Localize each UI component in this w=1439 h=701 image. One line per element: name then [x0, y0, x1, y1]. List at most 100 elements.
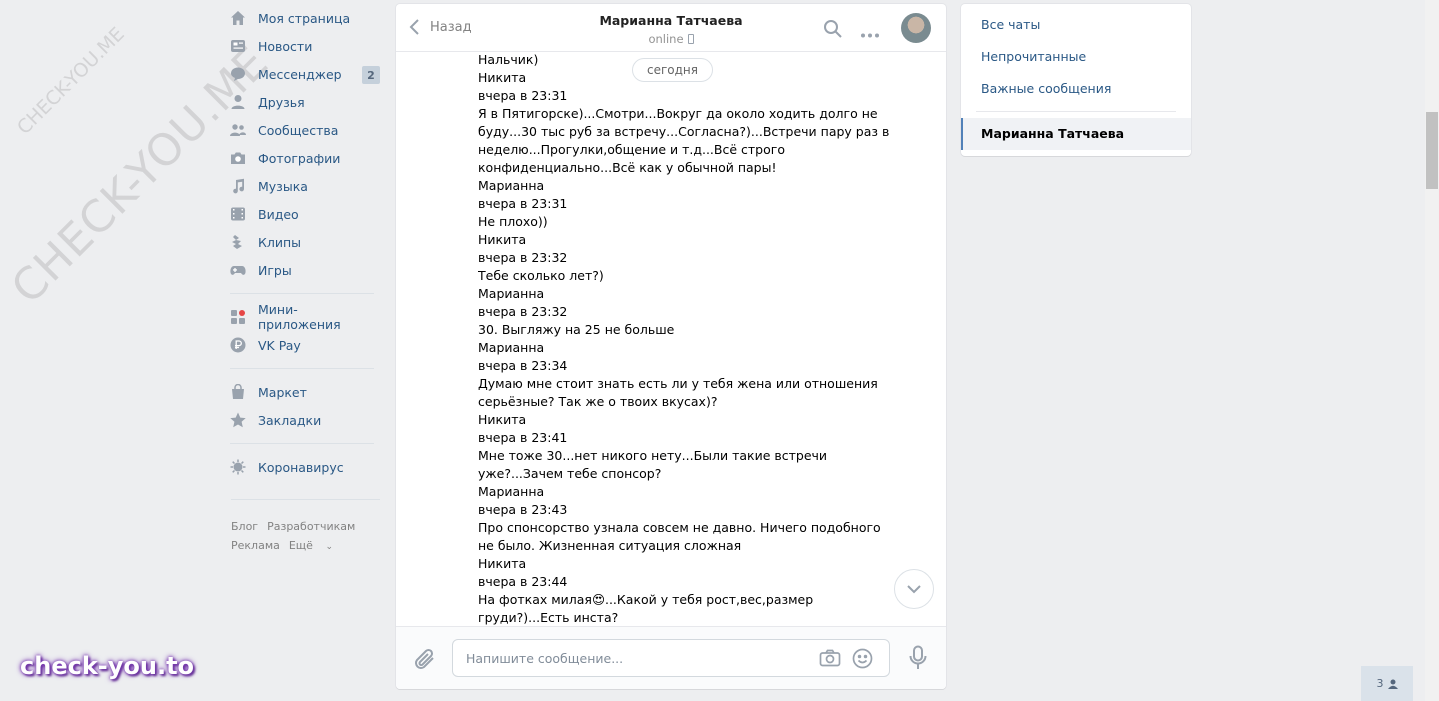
unread-link[interactable]: Непрочитанные: [961, 41, 1191, 73]
message-line: Никита: [478, 412, 527, 427]
messenger-icon: [230, 66, 246, 82]
nav-item-label: Закладки: [258, 412, 322, 428]
message-line: уже?...Зачем тебе спонсор?: [478, 466, 662, 481]
nav-item-music[interactable]: Музыка: [230, 172, 380, 200]
chevron-down-icon: ⌄: [325, 542, 333, 552]
nav-item-friends[interactable]: Друзья: [230, 88, 380, 116]
nav-item-label: VK Pay: [258, 337, 301, 353]
nav-item-mini-apps[interactable]: Мини-приложения: [230, 302, 380, 332]
microphone-icon[interactable]: [908, 645, 928, 674]
mini-apps-icon: [230, 309, 246, 325]
chevron-down-icon: [907, 584, 921, 593]
market-icon: [230, 384, 246, 400]
nav-item-label: Игры: [258, 262, 292, 278]
nav-item-vk-pay[interactable]: VK Pay: [230, 331, 380, 359]
nav-item-label: Маркет: [258, 384, 307, 400]
nav-item-photos[interactable]: Фотографии: [230, 144, 380, 172]
home-icon: [230, 10, 246, 26]
footer-blog-link[interactable]: Блог: [231, 520, 258, 533]
footer-developers-link[interactable]: Разработчикам: [267, 520, 355, 533]
search-icon[interactable]: [823, 19, 843, 42]
message-line: Мне тоже 30...нет никого нету...Были так…: [478, 448, 828, 463]
nav-item-label: Коронавирус: [258, 459, 344, 475]
watermark-diagonal-small: CHECK-YOU.ME: [12, 23, 129, 139]
nav-item-label: Моя страница: [258, 10, 351, 26]
message-line: конфиденциально...Всё как у обычной пары…: [478, 160, 777, 175]
message-line: Никита: [478, 232, 527, 247]
message-line: вчера в 23:41: [478, 430, 568, 445]
footer-more-link[interactable]: Ещё ⌄: [289, 539, 342, 552]
games-icon: [230, 262, 246, 278]
important-messages-link[interactable]: Важные сообщения: [961, 73, 1191, 105]
message-line: вчера в 23:43: [478, 502, 568, 517]
peer-avatar[interactable]: [901, 13, 931, 43]
nav-item-label: Мессенджер: [258, 66, 342, 82]
nav-item-label: Клипы: [258, 234, 302, 250]
music-icon: [230, 178, 246, 194]
camera-icon[interactable]: [819, 649, 841, 670]
message-line: серьёзные? Так же о твоих вкусах)?: [478, 394, 718, 409]
unread-count-badge: 2: [362, 66, 380, 84]
emoji-icon[interactable]: [852, 648, 873, 672]
message-line: груди?)...Есть инста?: [478, 610, 619, 625]
nav-item-video[interactable]: Видео: [230, 200, 380, 228]
clips-icon: [230, 234, 246, 250]
nav-item-communities[interactable]: Сообщества: [230, 116, 380, 144]
nav-item-label: Мини-приложения: [258, 302, 341, 332]
chat-header: Назад Марианна Татчаева online: [396, 4, 946, 52]
footer-separator: [231, 499, 380, 500]
message-line: Марианна: [478, 178, 545, 193]
message-line: буду...30 тыс руб за встречу...Согласна?…: [478, 124, 890, 139]
message-line: Думаю мне стоит знать есть ли у тебя жен…: [478, 376, 878, 391]
message-line: Не плохо)): [478, 214, 548, 229]
friends-icon: [230, 94, 246, 110]
date-pill: сегодня: [632, 58, 713, 82]
nav-item-news[interactable]: Новости: [230, 32, 380, 60]
nav-item-games[interactable]: Игры: [230, 256, 380, 284]
nav-item-label: Видео: [258, 206, 299, 222]
chat-panel: Назад Марианна Татчаева online Нальчик) Н…: [396, 4, 946, 689]
composer: [396, 626, 946, 689]
message-line: вчера в 23:32: [478, 304, 568, 319]
active-chat-item[interactable]: Марианна Татчаева: [961, 118, 1191, 150]
photos-icon: [230, 150, 246, 166]
all-chats-link[interactable]: Все чаты: [961, 9, 1191, 41]
nav-item-market[interactable]: Маркет: [230, 378, 380, 406]
friends-online-count: 3: [1376, 677, 1384, 690]
message-line: вчера в 23:32: [478, 250, 568, 265]
message-line: 30. Выгляжу на 25 не больше: [478, 322, 675, 337]
nav-item-coronavirus[interactable]: Коронавирус: [230, 453, 380, 481]
nav-item-bookmarks[interactable]: Закладки: [230, 406, 380, 434]
footer-more-label: Ещё: [288, 539, 313, 552]
footer-links: Блог Разработчикам Реклама Ещё ⌄: [231, 517, 381, 557]
message-line: вчера в 23:44: [478, 574, 568, 589]
nav-item-messenger[interactable]: Мессенджер 2: [230, 60, 380, 88]
nav-item-home[interactable]: Моя страница: [230, 4, 380, 32]
message-line: неделю...Прогулки,общение и т.д...Всё ст…: [478, 142, 785, 157]
nav-item-label: Фотографии: [258, 150, 341, 166]
page-scrollbar-thumb[interactable]: [1426, 112, 1438, 189]
news-icon: [230, 38, 246, 54]
peer-status-text: online: [648, 32, 684, 46]
more-icon[interactable]: [860, 26, 880, 41]
message-history: Нальчик) Никита вчера в 23:31 Я в Пятигорск…: [478, 51, 938, 625]
message-line: Никита: [478, 556, 527, 571]
message-line: вчера в 23:31: [478, 196, 568, 211]
paperclip-icon[interactable]: [414, 647, 436, 674]
video-icon: [230, 206, 246, 222]
bookmarks-icon: [230, 412, 246, 428]
message-line: Марианна: [478, 340, 545, 355]
friends-online-button[interactable]: 3: [1361, 666, 1413, 701]
message-line: вчера в 23:34: [478, 358, 568, 373]
chat-filter-panel: Все чаты Непрочитанные Важные сообщения …: [961, 4, 1191, 156]
nav-item-clips[interactable]: Клипы: [230, 228, 380, 256]
message-line: Я в Пятигорске)...Смотри...Вокруг да око…: [478, 106, 878, 121]
watermark-logo: check-you.to: [20, 652, 195, 680]
message-line: Про спонсорство узнала совсем не давно. …: [478, 520, 881, 535]
page-scrollbar[interactable]: [1425, 0, 1439, 701]
vk-pay-icon: [230, 337, 246, 353]
scroll-down-button[interactable]: [894, 569, 934, 609]
side-nav: Моя страница Новости Мессенджер 2 Друзья Сооб…: [230, 4, 380, 481]
message-line: Тебе сколько лет?): [478, 268, 604, 283]
footer-ads-link[interactable]: Реклама: [231, 539, 280, 552]
